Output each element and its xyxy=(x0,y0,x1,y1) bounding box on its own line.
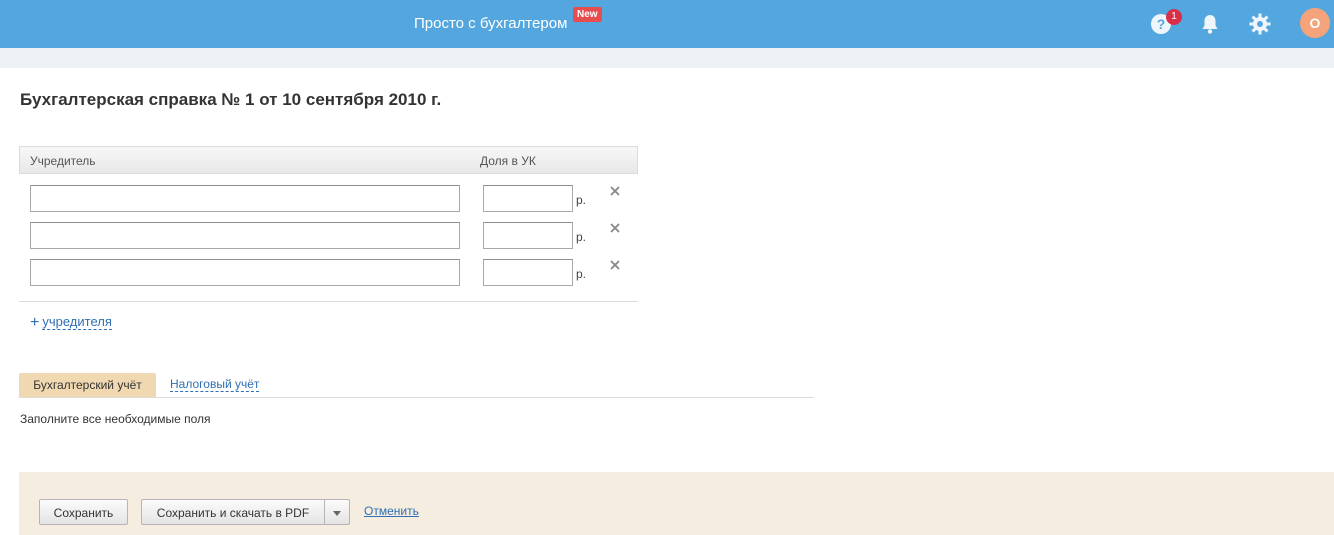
grid-divider xyxy=(19,301,638,302)
column-founder: Учредитель xyxy=(30,154,96,168)
svg-text:?: ? xyxy=(1157,16,1166,32)
save-pdf-dropdown[interactable] xyxy=(324,499,350,525)
page-title: Бухгалтерская справка № 1 от 10 сентября… xyxy=(20,90,442,109)
currency-label: р. xyxy=(576,267,587,281)
founder-name-input[interactable] xyxy=(30,185,460,212)
founder-name-input[interactable] xyxy=(30,259,460,286)
add-founder-label: учредителя xyxy=(42,314,112,330)
top-bar xyxy=(0,0,1334,48)
brand-title[interactable]: Просто с бухгалтером xyxy=(414,15,567,32)
founder-row: р. xyxy=(19,185,638,213)
sub-bar xyxy=(0,48,1334,68)
new-badge: New xyxy=(573,7,602,22)
save-pdf-button[interactable]: Сохранить и скачать в PDF xyxy=(141,499,325,525)
currency-label: р. xyxy=(576,193,587,207)
founder-row: р. xyxy=(19,222,638,250)
plus-icon: + xyxy=(30,314,40,331)
founder-share-input[interactable] xyxy=(483,222,573,249)
founder-share-input[interactable] xyxy=(483,259,573,286)
currency-label: р. xyxy=(576,230,587,244)
add-founder-link[interactable]: + учредителя xyxy=(30,314,112,332)
remove-row-icon[interactable] xyxy=(608,184,622,198)
column-share: Доля в УК xyxy=(480,154,536,168)
founder-name-input[interactable] xyxy=(30,222,460,249)
caret-down-icon xyxy=(333,511,341,517)
help-count-badge: 1 xyxy=(1166,9,1182,25)
save-button[interactable]: Сохранить xyxy=(39,499,128,525)
gear-icon[interactable] xyxy=(1248,12,1272,36)
founder-share-input[interactable] xyxy=(483,185,573,212)
hint-text: Заполните все необходимые поля xyxy=(20,412,211,426)
remove-row-icon[interactable] xyxy=(608,221,622,235)
avatar[interactable]: О xyxy=(1300,8,1330,38)
remove-row-icon[interactable] xyxy=(608,258,622,272)
tab-accounting[interactable]: Бухгалтерский учёт xyxy=(19,373,156,397)
founders-grid-header: Учредитель Доля в УК xyxy=(19,146,638,174)
cancel-link[interactable]: Отменить xyxy=(364,504,419,518)
tab-tax[interactable]: Налоговый учёт xyxy=(170,377,260,392)
founder-row: р. xyxy=(19,259,638,287)
bell-icon[interactable] xyxy=(1198,12,1222,36)
tabs-divider xyxy=(19,397,814,398)
